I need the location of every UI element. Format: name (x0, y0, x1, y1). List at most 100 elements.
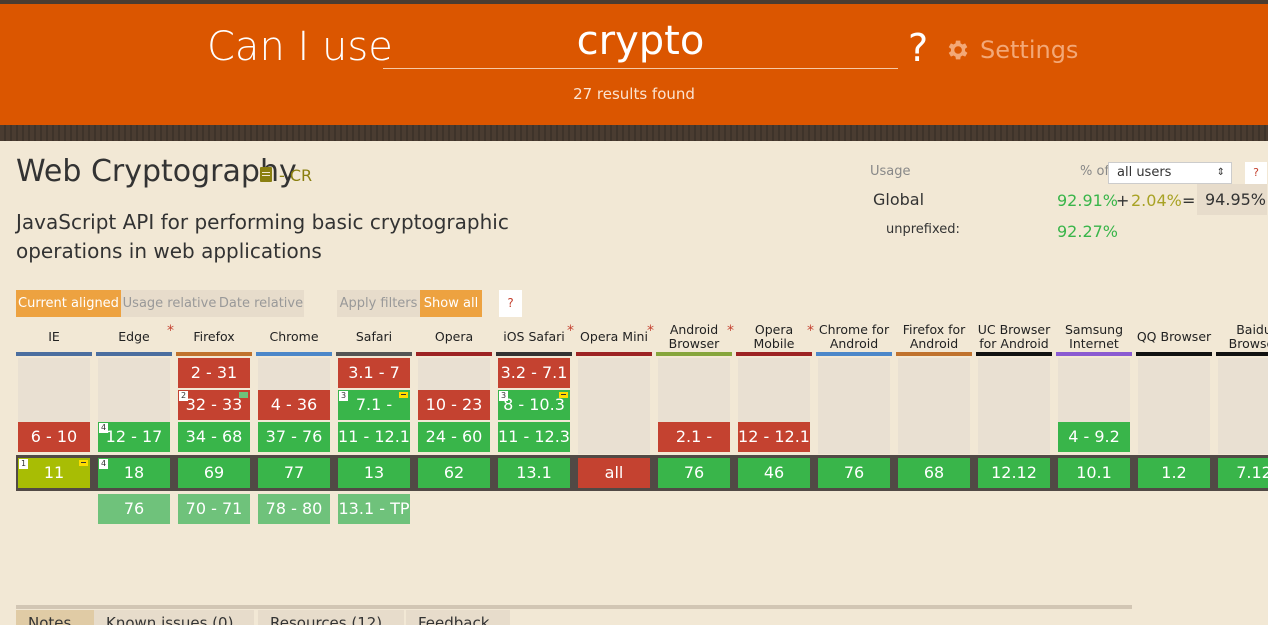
browser-header-uc-browser-for-android[interactable]: UC Browser for Android (976, 322, 1052, 356)
note-number-badge: 4 (99, 423, 108, 433)
support-cell-uc-browser-for-android[interactable]: 12.12 (978, 458, 1050, 488)
support-cell-safari[interactable]: 13.1 - TP (338, 494, 410, 524)
support-cell-baidu-browser[interactable]: 7.12 (1218, 458, 1268, 488)
support-cell-ie[interactable]: 6 - 10 (18, 422, 90, 452)
apply-filters-button[interactable]: Apply filters (337, 290, 420, 317)
browser-header-android-browser[interactable]: Android Browser * (656, 322, 734, 356)
empty-cell (898, 422, 970, 454)
support-cell-firefox[interactable]: 70 - 71 (178, 494, 250, 524)
empty-cell (578, 390, 650, 422)
support-cell-samsung-internet[interactable]: 4 - 9.2 (1058, 422, 1130, 452)
date-relative-button[interactable]: Date relative (218, 290, 304, 317)
browser-header-samsung-internet[interactable]: Samsung Internet (1056, 322, 1132, 356)
prefix-note-asterisk: * (807, 323, 814, 339)
prefix-note-asterisk: * (567, 323, 574, 339)
support-cell-opera-mobile[interactable]: 12 - 12.1 (738, 422, 810, 452)
support-cell-chrome[interactable]: 77 (258, 458, 330, 488)
support-cell-android-browser[interactable]: 2.1 - 4.4.4 (658, 422, 730, 476)
current-aligned-button[interactable]: Current aligned (16, 290, 121, 317)
browser-name: IE (48, 329, 60, 344)
support-cell-chrome-for-android[interactable]: 76 (818, 458, 890, 488)
support-cell-edge[interactable]: 12 - 17 4 (98, 422, 170, 452)
users-select[interactable]: all users ⇕ (1108, 162, 1232, 184)
unprefixed-value: 92.27% (1057, 222, 1119, 241)
support-cell-ie[interactable]: 11 1 (18, 458, 90, 488)
browser-name: Opera Mini (580, 329, 648, 344)
spec-status-link[interactable]: - CR (279, 166, 312, 185)
support-cell-firefox[interactable]: 34 - 68 (178, 422, 250, 452)
browser-header-firefox[interactable]: Firefox (176, 322, 252, 356)
browser-header-safari[interactable]: Safari (336, 322, 412, 356)
browser-header-ios-safari[interactable]: iOS Safari * (496, 322, 574, 356)
support-cell-opera[interactable]: 10 - 23 (418, 390, 490, 420)
gear-icon (948, 40, 968, 60)
support-cell-opera-mini[interactable]: all (578, 458, 650, 488)
empty-cell (18, 358, 90, 390)
site-header: Can I use ? Settings 27 results found (0, 0, 1268, 141)
support-cell-android-browser[interactable]: 76 (658, 458, 730, 488)
empty-cell (738, 358, 810, 390)
support-cell-opera[interactable]: 62 (418, 458, 490, 488)
browser-header-baidu-browser[interactable]: Baidu Browser (1216, 322, 1268, 356)
note-number-badge: 4 (99, 459, 108, 469)
equals-sign: = (1182, 191, 1196, 210)
filter-help-button[interactable]: ? (499, 290, 522, 317)
empty-cell (98, 390, 170, 422)
support-cell-opera[interactable]: 24 - 60 (418, 422, 490, 452)
support-cell-safari[interactable]: 3.1 - 7 (338, 358, 410, 388)
search-input[interactable] (383, 14, 898, 69)
browser-header-opera-mini[interactable]: Opera Mini * (576, 322, 654, 356)
tab-notes[interactable]: Notes (16, 610, 94, 625)
browser-header-qq-browser[interactable]: QQ Browser (1136, 322, 1212, 356)
browser-header-edge[interactable]: Edge * (96, 322, 174, 356)
browser-name: Samsung Internet (1064, 322, 1124, 351)
empty-cell (658, 358, 730, 390)
browser-header-firefox-for-android[interactable]: Firefox for Android (896, 322, 972, 356)
support-cell-chrome[interactable]: 4 - 36 (258, 390, 330, 420)
empty-cell (1218, 422, 1268, 454)
prefix-note-asterisk: * (167, 323, 174, 339)
support-cell-firefox-for-android[interactable]: 68 (898, 458, 970, 488)
tab-known-issues[interactable]: Known issues (0) (94, 610, 254, 625)
support-cell-edge[interactable]: 18 4 (98, 458, 170, 488)
support-cell-safari[interactable]: 7.1 - 10.13 (338, 390, 410, 444)
support-cell-ios-safari[interactable]: 8 - 10.3 3 (498, 390, 570, 420)
spec-document-icon[interactable] (260, 167, 272, 182)
support-cell-chrome[interactable]: 37 - 76 (258, 422, 330, 452)
browser-header-opera[interactable]: Opera (416, 322, 492, 356)
prefix-note-asterisk: * (727, 323, 734, 339)
empty-cell (658, 390, 730, 422)
support-cell-firefox[interactable]: 32 - 33 2 (178, 390, 250, 420)
support-cell-opera-mobile[interactable]: 46 (738, 458, 810, 488)
support-cell-firefox[interactable]: 2 - 31 (178, 358, 250, 388)
plus-sign: + (1116, 191, 1130, 210)
support-cell-edge[interactable]: 76 (98, 494, 170, 524)
show-all-button[interactable]: Show all (420, 290, 482, 317)
support-cell-ios-safari[interactable]: 13.1 (498, 458, 570, 488)
tab-feedback[interactable]: Feedback (406, 610, 510, 625)
settings-button[interactable]: Settings (944, 36, 1078, 64)
browser-header-chrome[interactable]: Chrome (256, 322, 332, 356)
tab-resources[interactable]: Resources (12) (258, 610, 404, 625)
support-cell-ios-safari[interactable]: 3.2 - 7.1 (498, 358, 570, 388)
support-cell-firefox[interactable]: 69 (178, 458, 250, 488)
browser-name: Opera Mobile (753, 322, 795, 351)
support-cell-ios-safari[interactable]: 11 - 12.3 (498, 422, 570, 452)
caniuse-question-mark: ? (908, 26, 929, 70)
support-cell-qq-browser[interactable]: 1.2 (1138, 458, 1210, 488)
support-cell-chrome[interactable]: 78 - 80 (258, 494, 330, 524)
empty-cell (578, 358, 650, 390)
support-cell-samsung-internet[interactable]: 10.1 (1058, 458, 1130, 488)
support-cell-safari[interactable]: 11 - 12.1 (338, 422, 410, 452)
prefix-icon (559, 392, 568, 398)
browser-header-opera-mobile[interactable]: Opera Mobile * (736, 322, 814, 356)
usage-relative-button[interactable]: Usage relative (121, 290, 218, 317)
global-total-support: 94.95% (1197, 184, 1267, 215)
support-cell-safari[interactable]: 13 (338, 458, 410, 488)
browser-header-chrome-for-android[interactable]: Chrome for Android (816, 322, 892, 356)
feature-title: Web Cryptography (16, 154, 297, 189)
horizontal-scrollbar[interactable] (16, 605, 1132, 609)
empty-cell (978, 390, 1050, 422)
browser-header-ie[interactable]: IE (16, 322, 92, 356)
usage-help-button[interactable]: ? (1245, 162, 1267, 184)
